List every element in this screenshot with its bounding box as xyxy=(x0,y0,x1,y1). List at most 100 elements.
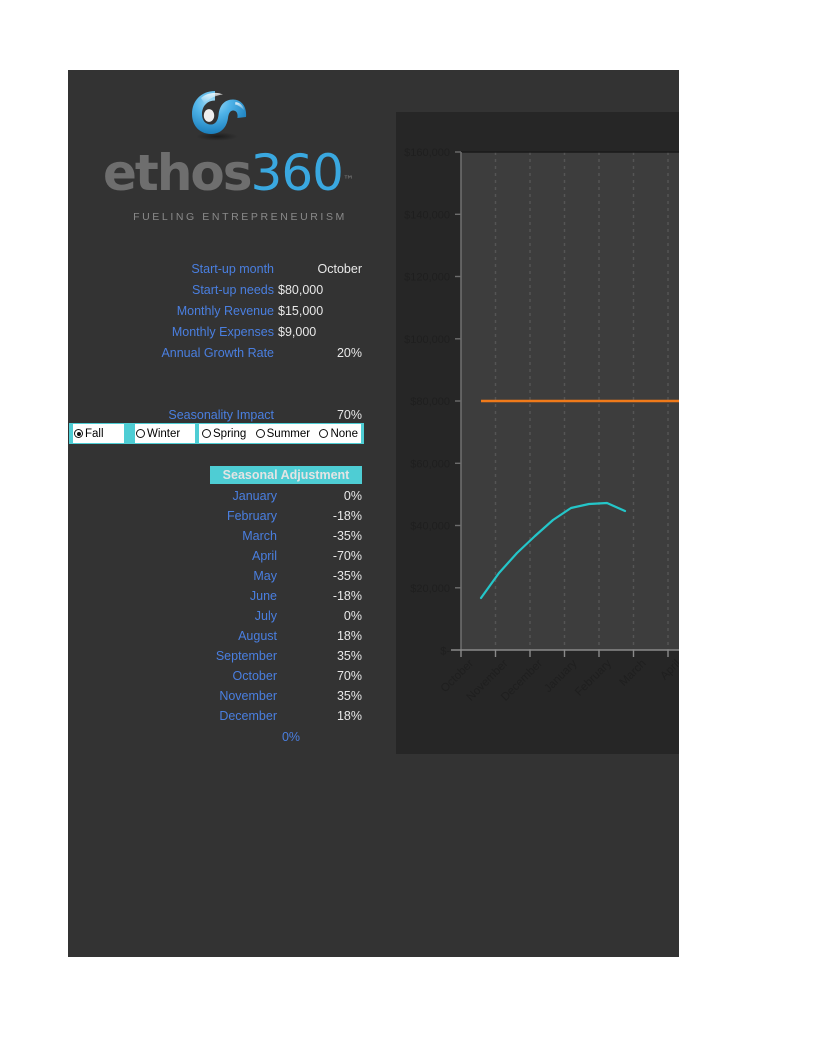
input-value-seasonality-impact: 70% xyxy=(336,408,362,422)
brand-tagline: FUELING ENTREPRENEURISM xyxy=(133,211,347,223)
seasonal-month-october: October xyxy=(232,669,277,683)
season-option-spring[interactable]: Spring xyxy=(201,428,247,440)
radio-fall-icon[interactable] xyxy=(74,429,83,438)
table-row: September 35% xyxy=(68,646,362,666)
seasonal-value-april: -70% xyxy=(332,549,362,563)
seasonal-month-january: January xyxy=(232,489,277,503)
input-row-monthly-expenses: Monthly Expenses xyxy=(68,324,274,341)
input-row-startup-month: Start-up month xyxy=(68,261,274,278)
svg-text:$160,000: $160,000 xyxy=(404,147,450,159)
input-row-monthly-revenue: Monthly Revenue xyxy=(68,303,274,320)
seasonal-value-january: 0% xyxy=(343,489,362,503)
season-label-summer: Summer xyxy=(266,427,311,440)
input-value-monthly-revenue-wrap[interactable]: $15,000 xyxy=(278,303,362,320)
seasonal-month-april: April xyxy=(251,549,277,563)
season-option-box-rest: Spring Summer None xyxy=(199,424,361,443)
y-tick-marks xyxy=(455,151,461,589)
seasonal-month-august: August xyxy=(238,629,277,643)
table-row: October 70% xyxy=(68,666,362,686)
table-row: November 35% xyxy=(68,686,362,706)
seasonal-value-december: 18% xyxy=(336,709,362,723)
financial-model-panel: ethos360™ FUELING ENTREPRENEURISM Start-… xyxy=(68,70,679,957)
input-value-annual-growth-rate-wrap[interactable]: 20% xyxy=(278,345,362,362)
svg-text:$120,000: $120,000 xyxy=(404,272,450,284)
y-axis-tick-labels: $160,000 $140,000 $120,000 $100,000 $80,… xyxy=(404,147,450,658)
radio-winter-icon[interactable] xyxy=(136,429,145,438)
table-row: June -18% xyxy=(68,586,362,606)
season-label-fall: Fall xyxy=(85,427,104,440)
seasonal-value-july: 0% xyxy=(343,609,362,623)
table-row: April -70% xyxy=(68,546,362,566)
table-row: July 0% xyxy=(68,606,362,626)
cashflow-chart: $160,000 $140,000 $120,000 $100,000 $80,… xyxy=(404,147,679,704)
input-row-annual-growth-rate: Annual Growth Rate xyxy=(68,345,274,362)
input-label-monthly-revenue: Monthly Revenue xyxy=(176,304,274,318)
seasonal-month-july: July xyxy=(254,609,277,623)
input-label-annual-growth-rate: Annual Growth Rate xyxy=(161,346,274,360)
cashflow-chart-panel: $160,000 $140,000 $120,000 $100,000 $80,… xyxy=(396,112,679,754)
table-row: August 18% xyxy=(68,626,362,646)
input-row-startup-needs: Start-up needs xyxy=(68,282,274,299)
input-value-startup-needs-wrap[interactable]: $80,000 xyxy=(278,282,362,299)
radio-spring-icon[interactable] xyxy=(202,429,211,438)
seasonal-month-march: March xyxy=(242,529,277,543)
input-value-annual-growth-rate: 20% xyxy=(336,346,362,360)
seasonal-value-june: -18% xyxy=(332,589,362,603)
radio-none-icon[interactable] xyxy=(319,429,329,438)
brand-wordmark: ethos360™ xyxy=(103,148,373,198)
seasonal-adjustment-header: Seasonal Adjustment xyxy=(210,466,362,484)
input-value-startup-month-wrap[interactable]: October xyxy=(278,261,362,278)
table-row: March -35% xyxy=(68,526,362,546)
trademark-symbol: ™ xyxy=(342,173,354,187)
season-option-fall[interactable]: Fall xyxy=(73,424,124,443)
wordmark-360: 360 xyxy=(250,144,344,202)
radio-summer-icon[interactable] xyxy=(255,429,265,438)
season-option-summer[interactable]: Summer xyxy=(255,428,311,440)
input-label-startup-month: Start-up month xyxy=(191,262,274,276)
svg-text:$80,000: $80,000 xyxy=(410,396,450,408)
season-label-winter: Winter xyxy=(147,427,181,440)
svg-text:$-: $- xyxy=(440,646,450,658)
season-selector-group: Fall Winter Spring Summer None xyxy=(69,423,364,444)
seasonal-value-august: 18% xyxy=(336,629,362,643)
svg-text:$60,000: $60,000 xyxy=(410,458,450,470)
seasonal-adjustment-total: 0% xyxy=(281,730,301,744)
svg-text:$100,000: $100,000 xyxy=(404,334,450,346)
input-label-seasonality-impact: Seasonality Impact xyxy=(168,408,274,422)
season-option-none[interactable]: None xyxy=(318,428,359,440)
seasonal-month-september: September xyxy=(215,649,277,663)
season-label-none: None xyxy=(330,427,358,440)
x-axis-tick-labels: October November December January Februa… xyxy=(439,657,679,703)
table-row: January 0% xyxy=(68,486,362,506)
seasonal-value-may: -35% xyxy=(332,569,362,583)
seasonal-value-march: -35% xyxy=(332,529,362,543)
svg-text:March: March xyxy=(618,658,649,689)
svg-text:$40,000: $40,000 xyxy=(410,521,450,533)
input-row-seasonality-impact: Seasonality Impact xyxy=(68,407,274,424)
svg-text:$20,000: $20,000 xyxy=(410,583,450,595)
input-value-startup-needs: $80,000 xyxy=(278,283,324,297)
table-row: May -35% xyxy=(68,566,362,586)
seasonal-value-october: 70% xyxy=(336,669,362,683)
input-label-monthly-expenses: Monthly Expenses xyxy=(171,325,274,339)
input-value-startup-month: October xyxy=(317,262,362,276)
input-value-seasonality-impact-wrap[interactable]: 70% xyxy=(278,407,362,424)
brand-logo-block: ethos360™ FUELING ENTREPRENEURISM xyxy=(68,70,398,240)
input-value-monthly-expenses: $9,000 xyxy=(278,325,317,339)
seasonal-month-may: May xyxy=(253,569,277,583)
season-option-winter[interactable]: Winter xyxy=(135,424,195,443)
svg-text:April: April xyxy=(658,658,679,683)
table-row: December 18% xyxy=(68,706,362,726)
input-label-startup-needs: Start-up needs xyxy=(192,283,274,297)
input-value-monthly-expenses-wrap[interactable]: $9,000 xyxy=(278,324,362,341)
seasonal-value-february: -18% xyxy=(332,509,362,523)
wordmark-ethos: ethos xyxy=(103,144,253,202)
seasonal-month-december: December xyxy=(219,709,277,723)
table-row: February -18% xyxy=(68,506,362,526)
seasonal-value-november: 35% xyxy=(336,689,362,703)
seasonal-month-november: November xyxy=(219,689,277,703)
season-label-spring: Spring xyxy=(213,427,247,440)
ethos-swirl-logo-icon xyxy=(185,86,249,142)
input-value-monthly-revenue: $15,000 xyxy=(278,304,324,318)
seasonal-month-february: February xyxy=(226,509,277,523)
